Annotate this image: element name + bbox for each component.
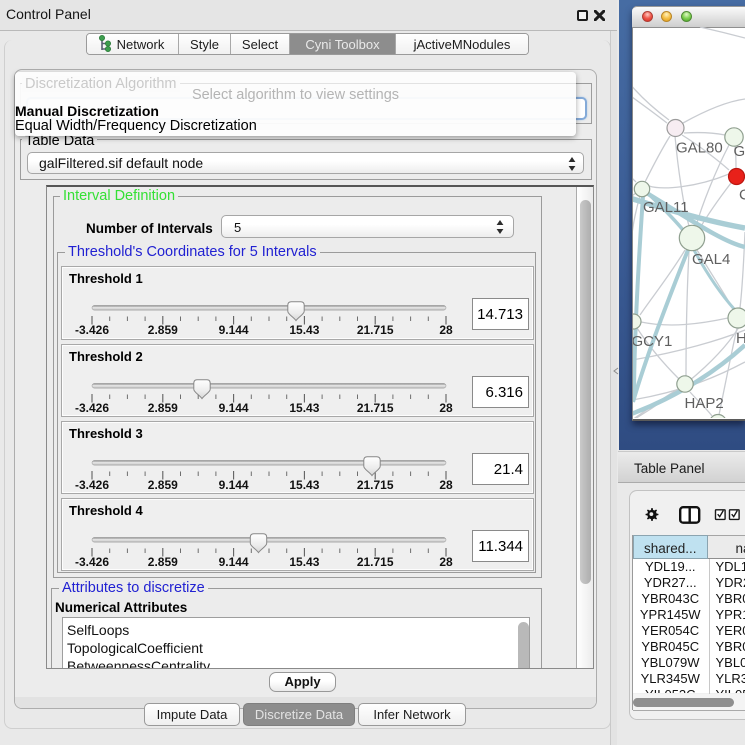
svg-text:HAP2: HAP2 (685, 395, 724, 412)
svg-text:GAL80: GAL80 (676, 140, 723, 157)
svg-text:H: H (736, 330, 745, 347)
svg-text:C: C (739, 187, 745, 204)
svg-text:GAL11: GAL11 (643, 199, 689, 216)
svg-text:GA: GA (734, 143, 745, 160)
svg-text:GAL4: GAL4 (692, 251, 730, 268)
svg-text:GCY1: GCY1 (633, 333, 672, 350)
